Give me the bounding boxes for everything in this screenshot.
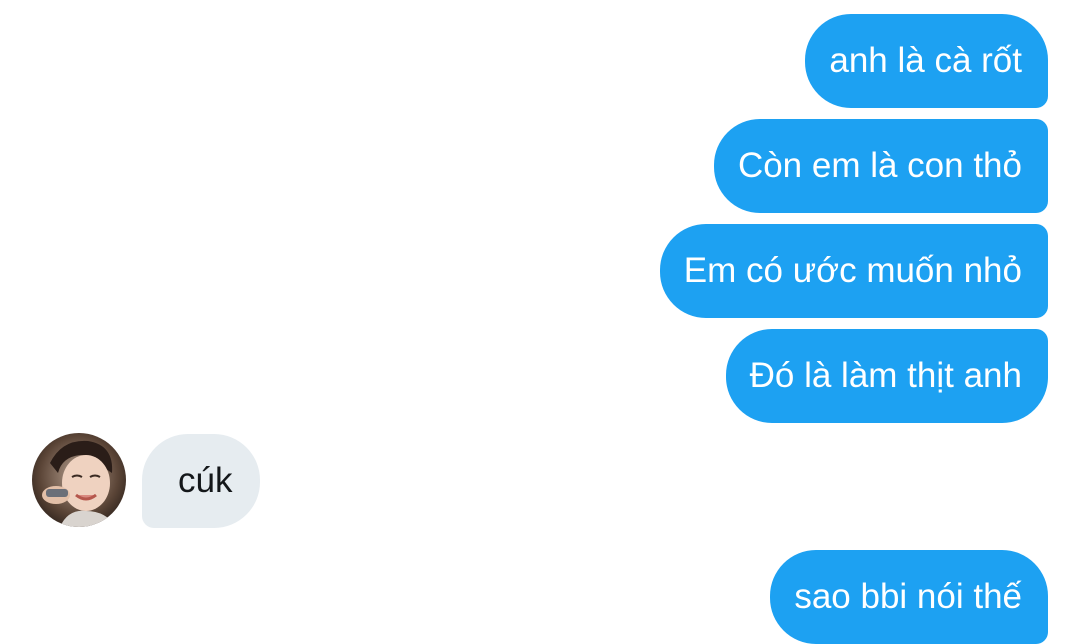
message-thread: anh là cà rốt Còn em là con thỏ Em có ướ… [0, 0, 1080, 644]
avatar-photo-icon [32, 433, 126, 527]
incoming-message[interactable]: cúk [142, 434, 261, 528]
contact-avatar[interactable] [32, 433, 126, 527]
outgoing-message[interactable]: anh là cà rốt [805, 14, 1048, 108]
outgoing-message[interactable]: sao bbi nói thế [770, 550, 1048, 644]
outgoing-message[interactable]: Em có ước muốn nhỏ [659, 224, 1048, 318]
outgoing-message[interactable]: Đó là làm thịt anh [725, 329, 1048, 423]
outgoing-message[interactable]: Còn em là con thỏ [713, 119, 1048, 213]
